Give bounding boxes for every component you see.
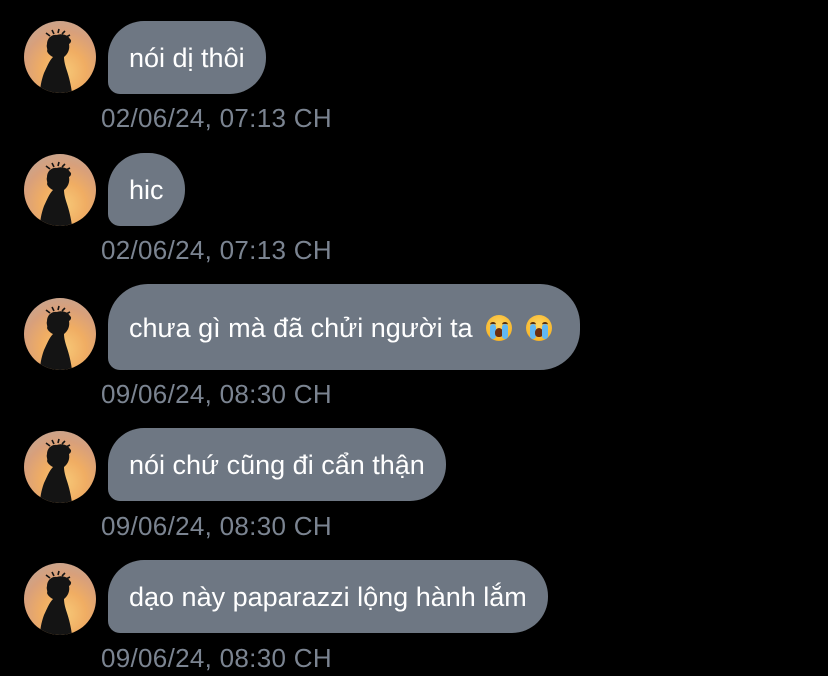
message-bubble[interactable]: nói chứ cũng đi cẩn thận — [108, 428, 446, 501]
silhouette-icon — [40, 161, 72, 226]
sender-avatar[interactable] — [24, 298, 96, 370]
message-bubble[interactable]: hic — [108, 153, 185, 226]
message-text: nói dị thôi — [129, 43, 245, 73]
sender-avatar[interactable] — [24, 563, 96, 635]
message-text: nói chứ cũng đi cẩn thận — [129, 450, 425, 480]
silhouette-icon — [40, 570, 72, 635]
message-timestamp: 02/06/24, 07:13 CH — [101, 103, 332, 133]
loudly-crying-face-emoji-icon — [486, 315, 513, 341]
sender-avatar[interactable] — [24, 154, 96, 226]
message-text: dạo này paparazzi lộng hành lắm — [129, 582, 527, 612]
sender-avatar[interactable] — [24, 431, 96, 503]
message-timestamp: 09/06/24, 08:30 CH — [101, 643, 332, 673]
message-timestamp: 09/06/24, 08:30 CH — [101, 511, 332, 541]
message-timestamp: 09/06/24, 08:30 CH — [101, 379, 332, 409]
sender-avatar[interactable] — [24, 21, 96, 93]
message-bubble[interactable]: dạo này paparazzi lộng hành lắm — [108, 560, 548, 633]
message-text: chưa gì mà đã chửi người ta — [129, 313, 473, 343]
chat-thread: nói dị thôi 02/06/24, 07:13 CH hic 02/06… — [0, 0, 828, 676]
message-timestamp: 02/06/24, 07:13 CH — [101, 235, 332, 265]
loudly-crying-face-emoji-icon — [525, 315, 552, 341]
message-text: hic — [129, 175, 164, 205]
message-bubble[interactable]: nói dị thôi — [108, 21, 266, 94]
silhouette-icon — [40, 28, 72, 93]
silhouette-icon — [40, 305, 72, 370]
message-bubble[interactable]: chưa gì mà đã chửi người ta — [108, 284, 580, 370]
silhouette-icon — [40, 438, 72, 503]
